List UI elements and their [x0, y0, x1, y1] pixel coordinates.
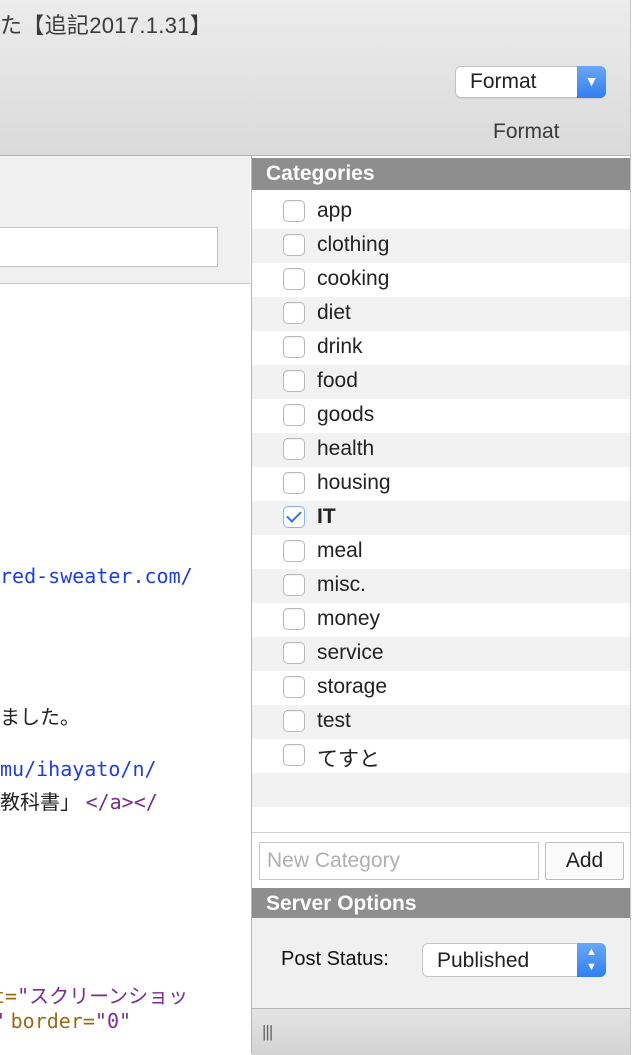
categories-header: Categories — [252, 158, 631, 190]
checkbox[interactable] — [283, 642, 305, 664]
resize-grip-icon[interactable]: ||| — [262, 1022, 273, 1042]
editor-header — [0, 156, 250, 284]
category-item-drink[interactable]: drink — [252, 331, 631, 365]
post-status-label: Post Status: — [281, 948, 389, 970]
code-attr: border= — [10, 1009, 95, 1033]
post-status-select[interactable]: Published ▲ ▼ — [422, 943, 606, 977]
checkbox[interactable] — [283, 234, 305, 256]
code-line: mu/ihayato/n/ — [0, 757, 157, 781]
new-category-input[interactable] — [259, 842, 539, 880]
code-line: " border="0" — [0, 1009, 131, 1034]
code-line: t="スクリーンショッ — [0, 980, 188, 1009]
checkbox[interactable] — [283, 540, 305, 562]
checkbox[interactable] — [283, 574, 305, 596]
list-filler-row — [252, 773, 631, 807]
format-select[interactable]: Format ▼ — [455, 66, 606, 98]
checkbox[interactable] — [283, 608, 305, 630]
add-category-button[interactable]: Add — [545, 842, 624, 880]
new-category-area: Add — [252, 832, 631, 889]
sidebar-bottom-bar: ||| — [252, 1008, 631, 1055]
chevron-down-icon: ▼ — [577, 66, 606, 98]
category-item-health[interactable]: health — [252, 433, 631, 467]
category-label: housing — [317, 471, 391, 494]
server-options-header: Server Options — [252, 888, 631, 920]
category-label: meal — [317, 539, 363, 562]
code-line: red-sweater.com/ — [0, 564, 193, 588]
checkbox[interactable] — [283, 370, 305, 392]
window-title: た【追記2017.1.31】 — [0, 13, 213, 38]
category-item-tesuto[interactable]: てすと — [252, 739, 631, 773]
category-item-app[interactable]: app — [252, 195, 631, 229]
category-item-clothing[interactable]: clothing — [252, 229, 631, 263]
categories-list: app clothing cooking diet drink food goo… — [252, 195, 631, 807]
checkbox[interactable] — [283, 744, 305, 766]
category-label: app — [317, 199, 353, 222]
category-label: clothing — [317, 233, 390, 256]
category-item-misc[interactable]: misc. — [252, 569, 631, 603]
post-options-sidebar: Categories app clothing cooking diet dri… — [251, 156, 631, 1055]
code-quote: " — [0, 1009, 5, 1033]
editor-pane[interactable]: red-sweater.com/ ました。 mu/ihayato/n/ 教科書」… — [0, 156, 250, 1054]
checkbox[interactable] — [283, 472, 305, 494]
category-label: IT — [317, 505, 336, 528]
code-tag: </a></ — [85, 790, 158, 814]
category-label: diet — [317, 301, 351, 324]
checkbox[interactable] — [283, 268, 305, 290]
code-text: 教科書」 — [0, 792, 80, 814]
category-label: food — [317, 369, 358, 392]
checkbox[interactable] — [283, 404, 305, 426]
checkbox[interactable] — [283, 200, 305, 222]
checkbox[interactable] — [283, 302, 305, 324]
code-attr: t= — [0, 984, 18, 1008]
format-select-value: Format — [470, 70, 537, 93]
checkbox[interactable] — [283, 676, 305, 698]
code-line: ました。 — [0, 707, 80, 729]
post-status-value: Published — [437, 949, 530, 972]
category-label: goods — [317, 403, 375, 426]
category-label: money — [317, 607, 381, 630]
server-options-panel: Post Status: Published ▲ ▼ — [252, 918, 631, 1008]
window-edge — [630, 0, 634, 1054]
checkbox-checked[interactable] — [283, 506, 305, 528]
category-label: cooking — [317, 267, 390, 290]
category-label: drink — [317, 335, 363, 358]
checkbox[interactable] — [283, 710, 305, 732]
category-item-storage[interactable]: storage — [252, 671, 631, 705]
category-item-test[interactable]: test — [252, 705, 631, 739]
category-label: てすと — [317, 748, 380, 771]
code-line: 教科書」 </a></ — [0, 786, 158, 815]
title-input[interactable] — [0, 227, 218, 267]
category-item-goods[interactable]: goods — [252, 399, 631, 433]
code-value: "スクリーンショッ — [17, 984, 189, 1008]
category-item-food[interactable]: food — [252, 365, 631, 399]
category-label: misc. — [317, 573, 366, 596]
chevron-up-down-icon: ▲ ▼ — [577, 943, 606, 977]
checkbox[interactable] — [283, 438, 305, 460]
category-item-housing[interactable]: housing — [252, 467, 631, 501]
category-label: test — [317, 709, 351, 732]
checkbox[interactable] — [283, 336, 305, 358]
format-caption: Format — [493, 120, 560, 143]
category-item-money[interactable]: money — [252, 603, 631, 637]
category-item-cooking[interactable]: cooking — [252, 263, 631, 297]
category-item-meal[interactable]: meal — [252, 535, 631, 569]
category-item-it[interactable]: IT — [252, 501, 631, 535]
toolbar: た【追記2017.1.31】 Format ▼ Format — [0, 0, 630, 156]
category-item-service[interactable]: service — [252, 637, 631, 671]
code-value: "0" — [94, 1009, 132, 1033]
category-label: health — [317, 437, 375, 460]
category-item-diet[interactable]: diet — [252, 297, 631, 331]
category-label: service — [317, 641, 384, 664]
category-label: storage — [317, 675, 388, 698]
